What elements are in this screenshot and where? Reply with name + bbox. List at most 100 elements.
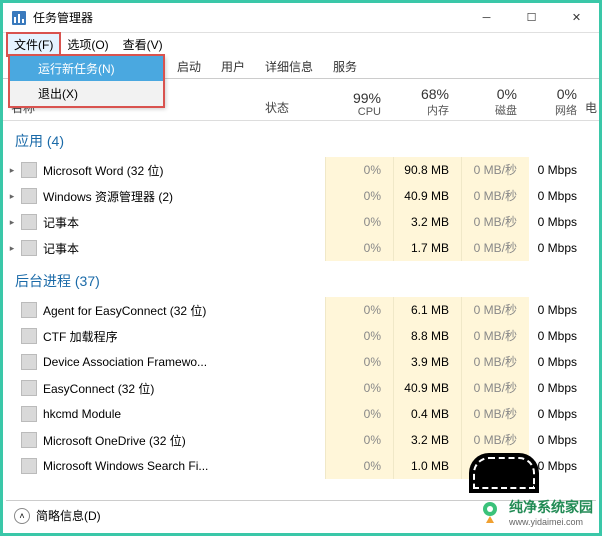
cell-cpu: 0% xyxy=(325,183,393,209)
cell-memory: 8.8 MB xyxy=(393,323,461,349)
cell-cpu: 0% xyxy=(325,235,393,261)
cell-network: 0 Mbps xyxy=(529,401,585,427)
menu-options[interactable]: 选项(O) xyxy=(60,33,115,56)
section-apps: 应用 (4) xyxy=(3,121,599,157)
watermark-logo-icon xyxy=(477,499,503,525)
fewer-details-icon[interactable]: ˄ xyxy=(14,508,30,524)
expand-icon[interactable]: ▸ xyxy=(3,165,21,176)
process-icon xyxy=(21,458,37,474)
col-network[interactable]: 0%网络 xyxy=(529,86,585,120)
cell-memory: 90.8 MB xyxy=(393,157,461,183)
section-background: 后台进程 (37) xyxy=(3,261,599,297)
close-button[interactable]: ✕ xyxy=(554,3,599,32)
menu-file[interactable]: 文件(F) xyxy=(7,33,60,56)
col-disk[interactable]: 0%磁盘 xyxy=(461,86,529,120)
process-icon xyxy=(21,188,37,204)
process-name: Windows 资源管理器 (2) xyxy=(43,188,265,205)
file-menu-dropdown: 运行新任务(N) 退出(X) xyxy=(9,55,164,107)
table-row[interactable]: CTF 加载程序 0%8.8 MB0 MB/秒0 Mbps xyxy=(3,323,599,349)
process-icon xyxy=(21,354,37,370)
table-row[interactable]: EasyConnect (32 位)0%40.9 MB0 MB/秒0 Mbps xyxy=(3,375,599,401)
window-controls: ─ ☐ ✕ xyxy=(464,3,599,32)
cell-memory: 3.9 MB xyxy=(393,349,461,375)
watermark-url: www.yidaimei.com xyxy=(509,517,593,527)
table-row[interactable]: ▸Windows 资源管理器 (2)0%40.9 MB0 MB/秒0 Mbps xyxy=(3,183,599,209)
watermark-text: 纯净系统家园 xyxy=(509,497,593,517)
cell-cpu: 0% xyxy=(325,157,393,183)
expand-icon[interactable]: ▸ xyxy=(3,191,21,202)
col-cpu[interactable]: 99%CPU xyxy=(325,90,393,120)
menu-item-run-new-task[interactable]: 运行新任务(N) xyxy=(10,56,163,81)
process-icon xyxy=(21,432,37,448)
cell-disk: 0 MB/秒 xyxy=(461,427,529,453)
tab-details[interactable]: 详细信息 xyxy=(255,55,323,78)
table-row[interactable]: ▸ 记事本 0%3.2 MB0 MB/秒0 Mbps xyxy=(3,209,599,235)
cell-disk: 0 MB/秒 xyxy=(461,401,529,427)
menu-bar: 文件(F) 选项(O) 查看(V) xyxy=(3,33,599,55)
cell-network: 0 Mbps xyxy=(529,349,585,375)
cell-disk: 0 MB/秒 xyxy=(461,235,529,261)
process-name: Microsoft Word (32 位) xyxy=(43,162,265,179)
tab-startup[interactable]: 启动 xyxy=(167,55,211,78)
window-title: 任务管理器 xyxy=(33,9,464,26)
cell-network: 0 Mbps xyxy=(529,427,585,453)
cell-network: 0 Mbps xyxy=(529,375,585,401)
col-extra[interactable]: 电 xyxy=(585,99,599,120)
table-row[interactable]: Microsoft OneDrive (32 位)0%3.2 MB0 MB/秒0… xyxy=(3,427,599,453)
cell-network: 0 Mbps xyxy=(529,183,585,209)
cell-disk: 0 MB/秒 xyxy=(461,157,529,183)
process-icon xyxy=(21,240,37,256)
cell-disk: 0 MB/秒 xyxy=(461,323,529,349)
tab-users[interactable]: 用户 xyxy=(211,55,255,78)
menu-view[interactable]: 查看(V) xyxy=(116,33,170,56)
cell-memory: 0.4 MB xyxy=(393,401,461,427)
title-bar: 任务管理器 ─ ☐ ✕ xyxy=(3,3,599,33)
cell-memory: 6.1 MB xyxy=(393,297,461,323)
process-name: 记事本 xyxy=(43,240,265,257)
process-icon xyxy=(21,162,37,178)
process-name: Microsoft Windows Search Fi... xyxy=(43,459,265,473)
table-row[interactable]: hkcmd Module 0%0.4 MB0 MB/秒0 Mbps xyxy=(3,401,599,427)
process-name: hkcmd Module xyxy=(43,407,265,421)
table-row[interactable]: ▸ 记事本 0%1.7 MB0 MB/秒0 Mbps xyxy=(3,235,599,261)
cell-cpu: 0% xyxy=(325,323,393,349)
menu-item-exit[interactable]: 退出(X) xyxy=(10,81,163,106)
process-name: Agent for EasyConnect (32 位) xyxy=(43,302,265,319)
cell-cpu: 0% xyxy=(325,375,393,401)
expand-icon[interactable]: ▸ xyxy=(3,243,21,254)
cell-memory: 40.9 MB xyxy=(393,183,461,209)
cell-cpu: 0% xyxy=(325,209,393,235)
col-memory[interactable]: 68%内存 xyxy=(393,86,461,120)
table-row[interactable]: Device Association Framewo...0%3.9 MB0 M… xyxy=(3,349,599,375)
minimize-button[interactable]: ─ xyxy=(464,3,509,32)
fewer-details-label[interactable]: 简略信息(D) xyxy=(36,507,101,524)
cell-cpu: 0% xyxy=(325,349,393,375)
cell-memory: 3.2 MB xyxy=(393,427,461,453)
maximize-button[interactable]: ☐ xyxy=(509,3,554,32)
cell-memory: 3.2 MB xyxy=(393,209,461,235)
cell-network: 0 Mbps xyxy=(529,209,585,235)
cell-cpu: 0% xyxy=(325,401,393,427)
process-icon xyxy=(21,302,37,318)
table-row[interactable]: Agent for EasyConnect (32 位)0%6.1 MB0 MB… xyxy=(3,297,599,323)
process-icon xyxy=(21,406,37,422)
process-icon xyxy=(21,328,37,344)
process-name: 记事本 xyxy=(43,214,265,231)
tab-services[interactable]: 服务 xyxy=(323,55,367,78)
cell-network: 0 Mbps xyxy=(529,323,585,349)
process-name: EasyConnect (32 位) xyxy=(43,380,265,397)
cell-network: 0 Mbps xyxy=(529,157,585,183)
cell-disk: 0 MB/秒 xyxy=(461,349,529,375)
col-status[interactable]: 状态 xyxy=(265,99,325,120)
expand-icon[interactable]: ▸ xyxy=(3,217,21,228)
process-name: CTF 加载程序 xyxy=(43,328,265,345)
cell-memory: 1.7 MB xyxy=(393,235,461,261)
cell-memory: 1.0 MB xyxy=(393,453,461,479)
process-name: Device Association Framewo... xyxy=(43,355,265,369)
app-icon xyxy=(11,10,27,26)
cell-disk: 0 MB/秒 xyxy=(461,209,529,235)
cell-network: 0 Mbps xyxy=(529,235,585,261)
cell-cpu: 0% xyxy=(325,453,393,479)
table-row[interactable]: ▸ Microsoft Word (32 位) 0%90.8 MB0 MB/秒0 M… xyxy=(3,157,599,183)
process-list[interactable]: 应用 (4) ▸Microsoft Word (32 位)0%90.8 MB0 … xyxy=(3,121,599,481)
